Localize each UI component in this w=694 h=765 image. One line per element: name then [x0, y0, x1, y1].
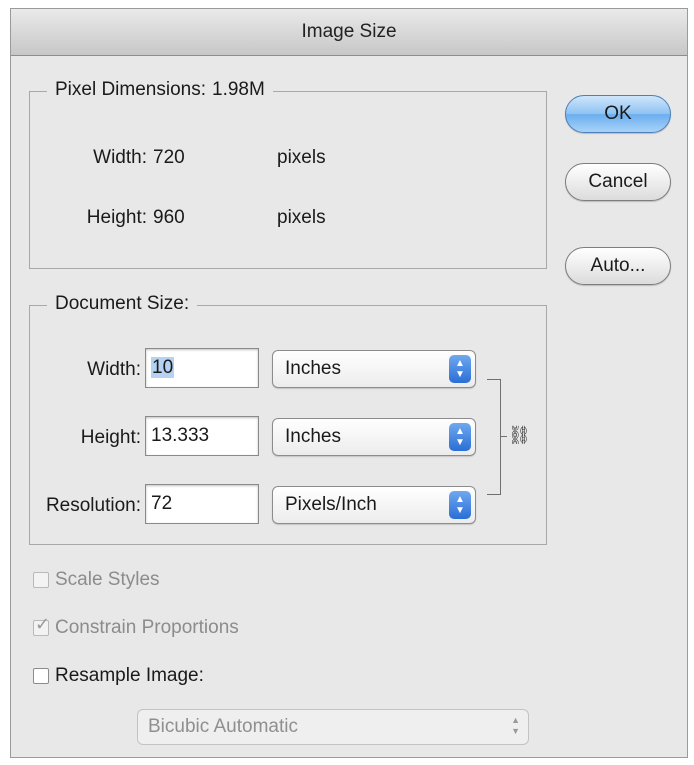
- up-down-arrows-icon: ▲ ▼: [449, 423, 471, 451]
- up-down-arrows-icon: ▲ ▼: [449, 355, 471, 383]
- up-down-arrows-icon: ▲ ▼: [449, 491, 471, 519]
- scale-styles-checkbox[interactable]: Scale Styles: [33, 569, 160, 591]
- auto-button[interactable]: Auto...: [565, 247, 671, 285]
- doc-height-input[interactable]: 13.333: [145, 416, 259, 456]
- window-title: Image Size: [11, 9, 687, 56]
- doc-resolution-input[interactable]: 72: [145, 484, 259, 524]
- resample-method-select[interactable]: Bicubic Automatic ▲ ▼: [137, 709, 529, 745]
- ok-button[interactable]: OK: [565, 95, 671, 133]
- doc-width-unit-select[interactable]: Inches ▲ ▼: [272, 350, 476, 388]
- cancel-button[interactable]: Cancel: [565, 163, 671, 201]
- doc-height-unit-select[interactable]: Inches ▲ ▼: [272, 418, 476, 456]
- up-down-arrows-icon: ▲ ▼: [511, 715, 520, 736]
- resample-method: Bicubic Automatic: [148, 716, 298, 737]
- scale-styles-label: Scale Styles: [55, 569, 160, 590]
- constrain-proportions-box: ✓: [33, 614, 50, 636]
- pixel-dimensions-group: [29, 91, 547, 269]
- document-size-label: Document Size:: [55, 293, 190, 314]
- constrain-proportions-label: Constrain Proportions: [55, 617, 239, 638]
- pixel-width-value: 720: [153, 147, 185, 168]
- pixel-dimensions-label: Pixel Dimensions:: [55, 79, 206, 100]
- doc-resolution-label: Resolution:: [45, 495, 141, 516]
- doc-resolution-value: 72: [151, 493, 173, 514]
- chain-link-icon: ⛓: [508, 425, 531, 445]
- constrain-proportions-checkbox[interactable]: ✓ Constrain Proportions: [33, 614, 239, 639]
- pixel-height-value: 960: [153, 207, 185, 228]
- doc-resolution-unit-select[interactable]: Pixels/Inch ▲ ▼: [272, 486, 476, 524]
- doc-width-value: 10: [151, 357, 175, 378]
- doc-width-unit: Inches: [285, 358, 341, 379]
- doc-width-input[interactable]: 10: [145, 348, 259, 388]
- scale-styles-box: [33, 572, 49, 588]
- pixel-height-unit: pixels: [277, 207, 326, 228]
- pixel-dimensions-size: 1.98M: [212, 79, 265, 100]
- doc-width-label: Width:: [87, 359, 141, 380]
- pixel-width-label: Width:: [93, 147, 147, 168]
- pixel-height-label: Height:: [86, 207, 147, 228]
- image-size-dialog: Image Size Pixel Dimensions: 1.98M Width…: [10, 8, 688, 758]
- document-size-title: Document Size:: [47, 293, 198, 315]
- constrain-link-bracket: [487, 379, 501, 495]
- resample-image-label: Resample Image:: [55, 665, 204, 686]
- pixel-width-unit: pixels: [277, 147, 326, 168]
- resample-image-box: [33, 668, 49, 684]
- doc-height-unit: Inches: [285, 426, 341, 447]
- doc-resolution-unit: Pixels/Inch: [285, 494, 377, 515]
- pixel-dimensions-title: Pixel Dimensions: 1.98M: [47, 79, 273, 101]
- resample-image-checkbox[interactable]: Resample Image:: [33, 665, 204, 687]
- doc-height-label: Height:: [80, 427, 141, 448]
- doc-height-value: 13.333: [151, 425, 210, 446]
- checkmark-icon: ✓: [35, 614, 51, 634]
- bracket-connector: [501, 436, 507, 437]
